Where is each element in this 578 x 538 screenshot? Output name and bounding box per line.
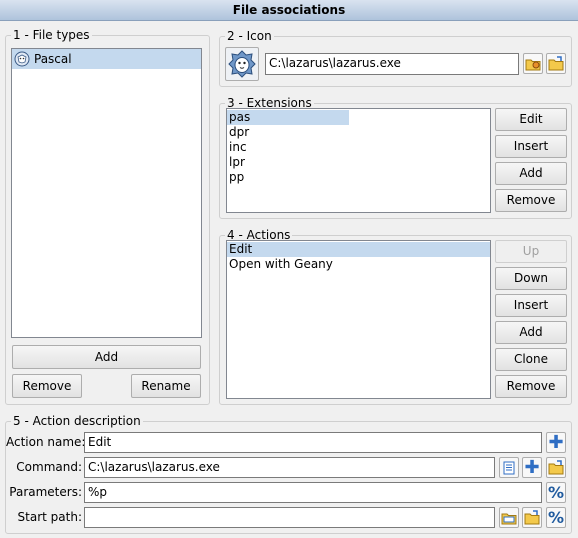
extension-edit-button[interactable]: Edit <box>495 108 567 131</box>
start-path-browse-button[interactable] <box>522 507 542 528</box>
file-types-legend: 1 - File types <box>11 28 92 42</box>
action-insert-button[interactable]: Insert <box>495 294 567 317</box>
folder-icon <box>501 513 517 524</box>
folder-icon <box>548 459 564 474</box>
list-item[interactable]: Open with Geany <box>227 257 490 272</box>
command-select-button[interactable] <box>499 457 519 478</box>
start-path-label: Start path: <box>17 510 82 524</box>
percent-variable-icon: % <box>547 482 565 502</box>
lazarus-cheetah-icon <box>228 50 256 78</box>
start-path-field[interactable] <box>84 507 495 528</box>
list-item[interactable]: pp <box>227 170 490 185</box>
actions-list[interactable]: Edit Open with Geany <box>226 240 491 399</box>
icon-browse-button[interactable] <box>546 53 566 74</box>
command-browse-button[interactable] <box>546 457 566 478</box>
file-type-rename-button[interactable]: Rename <box>131 374 201 398</box>
parameters-field[interactable]: %p <box>84 482 542 503</box>
extensions-list[interactable]: pas dpr inc lpr pp <box>226 108 491 213</box>
extension-remove-button[interactable]: Remove <box>495 189 567 212</box>
command-add-button[interactable]: ✚ <box>522 457 542 478</box>
list-item[interactable]: Edit <box>227 242 490 257</box>
pascal-type-icon <box>14 51 30 67</box>
icon-preview[interactable] <box>225 47 259 81</box>
action-name-field[interactable]: Edit <box>84 432 542 453</box>
list-item[interactable]: dpr <box>227 125 490 140</box>
parameters-variables-button[interactable]: % <box>546 482 566 503</box>
action-description-legend: 5 - Action description <box>11 414 143 428</box>
action-down-button[interactable]: Down <box>495 267 567 290</box>
action-name-label: Action name: <box>6 435 86 449</box>
icon-path-field[interactable]: C:\lazarus\lazarus.exe <box>265 53 519 75</box>
list-item[interactable]: pas <box>227 110 349 125</box>
percent-variable-icon: % <box>547 507 565 527</box>
action-add-button[interactable]: Add <box>495 321 567 344</box>
window-title: File associations <box>0 0 578 21</box>
start-path-variables-button[interactable]: % <box>546 507 566 528</box>
action-remove-button[interactable]: Remove <box>495 375 567 398</box>
folder-icon <box>525 59 541 70</box>
action-name-add-button[interactable]: ✚ <box>546 432 566 453</box>
icon-from-exe-button[interactable] <box>523 53 543 74</box>
folder-icon <box>524 509 540 524</box>
icon-legend: 2 - Icon <box>225 29 274 43</box>
command-field[interactable]: C:\lazarus\lazarus.exe <box>84 457 495 478</box>
document-icon <box>503 461 515 474</box>
plus-icon: ✚ <box>524 456 540 478</box>
start-path-open-button[interactable] <box>499 507 519 528</box>
command-label: Command: <box>16 460 82 474</box>
file-types-list[interactable]: Pascal <box>11 48 202 338</box>
file-type-add-button[interactable]: Add <box>12 345 201 369</box>
action-clone-button[interactable]: Clone <box>495 348 567 371</box>
file-type-remove-button[interactable]: Remove <box>12 374 82 398</box>
file-type-label: Pascal <box>34 52 72 66</box>
list-item[interactable]: lpr <box>227 155 490 170</box>
extension-insert-button[interactable]: Insert <box>495 135 567 158</box>
list-item[interactable]: inc <box>227 140 490 155</box>
folder-icon <box>548 55 564 70</box>
list-item[interactable]: Pascal <box>12 49 201 69</box>
plus-icon: ✚ <box>548 431 564 453</box>
action-up-button[interactable]: Up <box>495 240 567 263</box>
parameters-label: Parameters: <box>9 485 82 499</box>
extension-add-button[interactable]: Add <box>495 162 567 185</box>
